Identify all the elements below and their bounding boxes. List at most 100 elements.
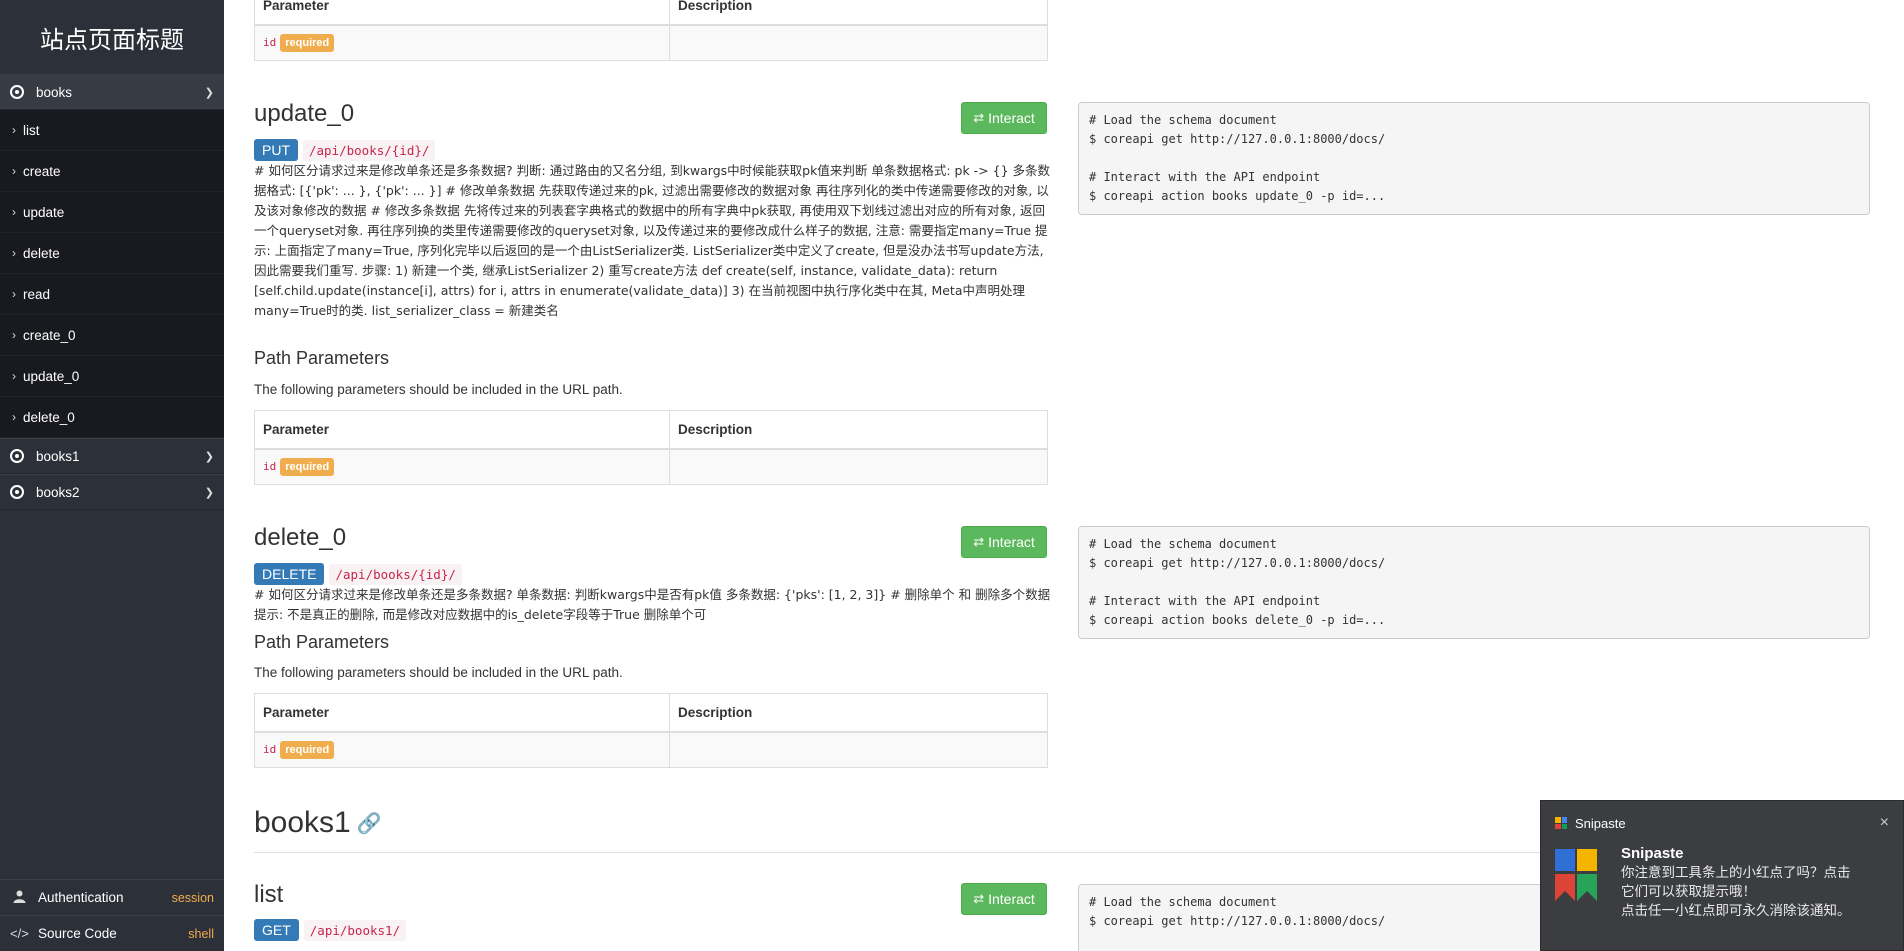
chevron-right-icon: › (12, 205, 16, 219)
endpoint-request: GET/api/books1/ (254, 919, 407, 941)
chevron-right-icon: › (12, 287, 16, 301)
endpoint-path: /api/books1/ (303, 920, 407, 941)
books-submenu: › list › create › update › delete › read › cre… (0, 110, 224, 438)
method-badge: GET (254, 919, 299, 941)
endpoint-path: /api/books/{id}/ (303, 140, 436, 161)
snipaste-logo-icon (1555, 849, 1597, 901)
notification-body: Snipaste 你注意到工具条上的小红点了吗？点击 它们可以获取提示哦！ 点击… (1541, 845, 1903, 921)
snipaste-notification: Snipaste × Snipaste 你注意到工具条上的小红点了吗？点击 它们… (1540, 800, 1904, 951)
column-header-parameter: Parameter (254, 0, 670, 26)
endpoint-description: # 如何区分请求过来是修改单条还是多条数据? 单条数据: 判断kwargs中是否… (254, 587, 1051, 622)
close-icon[interactable]: × (1880, 814, 1889, 832)
snipaste-logo-icon (1555, 817, 1567, 829)
chevron-right-icon: › (12, 410, 16, 424)
sidebar-item-label: create_0 (23, 327, 76, 343)
required-badge: required (280, 33, 335, 52)
sidebar-item-delete[interactable]: › delete (0, 233, 224, 274)
param-name: id (263, 742, 277, 756)
sidebar-item-create[interactable]: › create (0, 151, 224, 192)
sidebar-item-update[interactable]: › update (0, 192, 224, 233)
path-parameters-note: The following parameters should be inclu… (254, 382, 623, 397)
exchange-icon: ⇄ (973, 110, 985, 125)
interact-button[interactable]: ⇄ Interact (961, 883, 1047, 915)
param-description (669, 24, 1048, 61)
column-header-parameter: Parameter (254, 410, 670, 450)
param-name: id (263, 459, 277, 473)
sidebar: 站点页面标题 books ❯ › list › create › update › de… (0, 0, 224, 951)
target-icon (10, 85, 24, 99)
sidebar-item-label: update (23, 204, 65, 220)
sidebar-item-label: create (23, 163, 61, 179)
param-name: id (263, 35, 277, 49)
sidebar-item-label: delete (23, 245, 60, 261)
column-header-parameter: Parameter (254, 693, 670, 733)
endpoint-title: list (254, 881, 284, 908)
chevron-right-icon: › (12, 164, 16, 178)
sidebar-group-books[interactable]: books ❯ (0, 74, 224, 110)
interact-button[interactable]: ⇄ Interact (961, 526, 1047, 558)
sidebar-item-read[interactable]: › read (0, 274, 224, 315)
chevron-right-icon: › (12, 328, 16, 342)
sidebar-item-list[interactable]: › list (0, 110, 224, 151)
section-title: books1 (254, 806, 351, 839)
link-icon[interactable]: 🔗 (357, 811, 382, 836)
source-code-label: Source Code (38, 926, 117, 941)
table-row: id required (254, 448, 1048, 485)
param-description (669, 731, 1048, 768)
authentication-value: session (171, 890, 214, 905)
exchange-icon: ⇄ (973, 891, 985, 906)
interact-button[interactable]: ⇄ Interact (961, 102, 1047, 134)
notification-text: Snipaste 你注意到工具条上的小红点了吗？点击 它们可以获取提示哦！ 点击… (1621, 845, 1851, 921)
path-parameters-note: The following parameters should be inclu… (254, 665, 623, 680)
column-header-description: Description (669, 0, 1048, 26)
code-icon: </> (10, 926, 29, 941)
table-row: id required (254, 24, 1048, 61)
notification-app-name: Snipaste (1575, 815, 1626, 831)
interact-label: Interact (988, 891, 1035, 907)
interact-label: Interact (988, 534, 1035, 550)
column-header-description: Description (669, 410, 1048, 450)
sidebar-group-label: books (36, 84, 73, 100)
sidebar-item-create-0[interactable]: › create_0 (0, 315, 224, 356)
endpoint-path: /api/books/{id}/ (329, 564, 462, 585)
sidebar-group-books2[interactable]: books2 ❯ (0, 474, 224, 510)
authentication-label: Authentication (38, 890, 124, 905)
user-icon (10, 890, 28, 906)
exchange-icon: ⇄ (973, 534, 985, 549)
notification-line: 点击任一小红点即可永久消除该通知。 (1621, 903, 1851, 919)
sidebar-group-books1[interactable]: books1 ❯ (0, 438, 224, 474)
params-table: Parameter Description id required (254, 693, 1048, 768)
method-badge: PUT (254, 139, 298, 161)
required-badge: required (280, 457, 335, 476)
code-sample: # Load the schema document $ coreapi get… (1078, 526, 1870, 639)
code-sample: # Load the schema document $ coreapi get… (1078, 102, 1870, 215)
sidebar-item-label: read (23, 286, 51, 302)
table-row: id required (254, 731, 1048, 768)
sidebar-item-label: delete_0 (23, 409, 75, 425)
sidebar-group-label: books1 (36, 448, 80, 464)
sidebar-item-delete-0[interactable]: › delete_0 (0, 397, 224, 438)
authentication-menu[interactable]: Authentication session (0, 879, 224, 915)
section-heading: books1 🔗 (254, 806, 382, 840)
sidebar-item-label: list (23, 122, 40, 138)
notification-title: Snipaste (1621, 845, 1684, 862)
notification-line: 它们可以获取提示哦！ (1621, 884, 1756, 900)
endpoint-title: update_0 (254, 100, 355, 127)
sidebar-group-label: books2 (36, 484, 80, 500)
column-header-description: Description (669, 693, 1048, 733)
path-parameters-title: Path Parameters (254, 348, 390, 368)
sidebar-footer: Authentication session </> Source Code s… (0, 879, 224, 951)
chevron-down-icon: ❯ (204, 486, 214, 499)
endpoint-request: PUT/api/books/{id}/ (254, 139, 436, 161)
sidebar-item-label: update_0 (23, 368, 80, 384)
required-badge: required (280, 740, 335, 759)
site-title: 站点页面标题 (40, 25, 184, 54)
source-code-menu[interactable]: </> Source Code shell (0, 915, 224, 951)
notification-line: 你注意到工具条上的小红点了吗？点击 (1621, 865, 1851, 881)
chevron-right-icon: › (12, 246, 16, 260)
chevron-right-icon: › (12, 123, 16, 137)
sidebar-item-update-0[interactable]: › update_0 (0, 356, 224, 397)
chevron-down-icon: ❯ (204, 86, 214, 99)
param-description (669, 448, 1048, 485)
endpoint-request: DELETE/api/books/{id}/ (254, 563, 462, 585)
